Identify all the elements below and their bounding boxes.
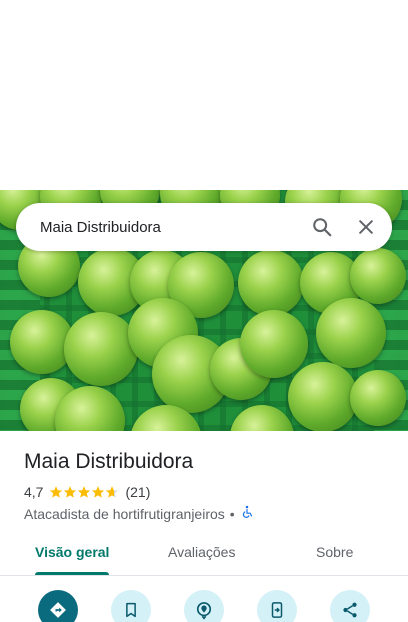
nearby-button[interactable] [184, 590, 224, 622]
search-icon[interactable] [302, 207, 342, 247]
tab-overview[interactable]: Visão geral [35, 544, 109, 560]
lime [238, 250, 304, 316]
star-icon [64, 486, 77, 498]
star-icon [78, 486, 91, 498]
directions-button[interactable] [38, 590, 78, 622]
lime [350, 248, 406, 304]
rating-row[interactable]: 4,7 (21) [24, 484, 150, 500]
wheelchair-accessible-icon[interactable] [240, 505, 254, 522]
search-input[interactable]: Maia Distribuidora [40, 219, 302, 236]
rating-stars [49, 485, 119, 499]
save-button[interactable] [111, 590, 151, 622]
lime [64, 312, 138, 386]
search-bar[interactable]: Maia Distribuidora [16, 203, 392, 251]
tab-reviews[interactable]: Avaliações [168, 544, 235, 560]
directions-icon [50, 602, 66, 618]
map-area[interactable] [0, 0, 408, 190]
category-row: Atacadista de hortifrutigranjeiros • [24, 505, 254, 522]
send-to-phone-button[interactable] [257, 590, 297, 622]
nearby-icon [196, 602, 212, 620]
review-count[interactable]: (21) [125, 484, 150, 500]
tab-bar: Visão geral Avaliações Sobre [0, 532, 408, 576]
lime [288, 362, 358, 431]
send-to-phone-icon [271, 602, 283, 618]
action-buttons [0, 590, 408, 622]
place-name: Maia Distribuidora [24, 450, 194, 473]
star-icon [92, 486, 105, 498]
share-button[interactable] [330, 590, 370, 622]
lime [316, 298, 386, 368]
star-icon [50, 486, 63, 498]
lime [240, 310, 308, 378]
active-tab-indicator [35, 572, 109, 575]
close-icon[interactable] [346, 207, 386, 247]
separator-dot: • [229, 505, 235, 522]
tab-about[interactable]: Sobre [316, 544, 353, 560]
star-half-icon [106, 486, 119, 498]
rating-value: 4,7 [24, 484, 44, 500]
bookmark-icon [126, 602, 136, 618]
place-category: Atacadista de hortifrutigranjeiros [24, 505, 225, 522]
share-icon [343, 602, 357, 618]
lime [350, 370, 406, 426]
